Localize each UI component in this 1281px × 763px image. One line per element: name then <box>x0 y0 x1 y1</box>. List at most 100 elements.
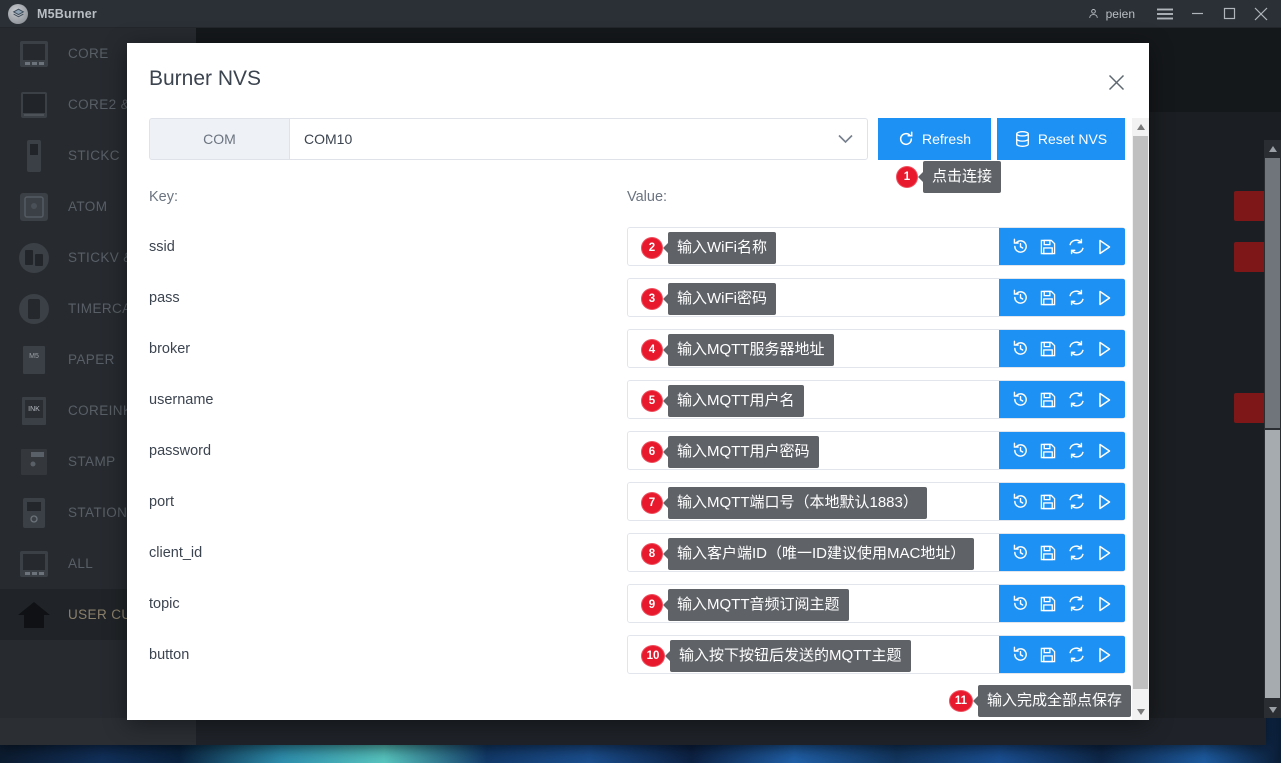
send-play-icon[interactable] <box>1091 642 1117 668</box>
sync-icon[interactable] <box>1063 591 1089 617</box>
row-action-buttons <box>999 585 1125 622</box>
nvs-value-input[interactable] <box>628 279 999 316</box>
sidebar-item-label: CORE <box>68 46 109 61</box>
user-account[interactable]: peien <box>1087 7 1149 21</box>
save-icon[interactable] <box>1035 540 1061 566</box>
history-restore-icon[interactable] <box>1007 489 1033 515</box>
nvs-key-label: password <box>149 442 212 459</box>
dialog-body: COM COM10 Refresh Reset NVS Key: Value: … <box>127 118 1149 720</box>
history-restore-icon[interactable] <box>1007 336 1033 362</box>
sidebar-item-label: ATOM <box>68 199 108 214</box>
reset-nvs-button[interactable]: Reset NVS <box>997 118 1125 160</box>
scrollbar-up-arrow-icon[interactable] <box>1264 140 1281 157</box>
scrollbar-thumb-lower[interactable] <box>1265 430 1280 698</box>
scrollbar-up-arrow-icon[interactable] <box>1132 118 1149 135</box>
history-restore-icon[interactable] <box>1007 540 1033 566</box>
history-restore-icon[interactable] <box>1007 387 1033 413</box>
send-play-icon[interactable] <box>1091 285 1117 311</box>
table-row: topic <box>149 578 1125 629</box>
history-restore-icon[interactable] <box>1007 285 1033 311</box>
refresh-icon <box>898 131 914 147</box>
sync-icon[interactable] <box>1063 234 1089 260</box>
nvs-key-label: broker <box>149 340 191 357</box>
sync-icon[interactable] <box>1063 285 1089 311</box>
chevron-down-icon <box>838 134 853 144</box>
title-bar-controls: peien <box>1087 0 1281 28</box>
sync-icon[interactable] <box>1063 642 1089 668</box>
nvs-value-input[interactable] <box>628 636 999 673</box>
m5-stack-logo-icon <box>8 3 28 24</box>
com-port-value: COM10 <box>304 131 353 147</box>
com-port-select[interactable]: COM10 <box>289 118 868 160</box>
table-row: ssid <box>149 221 1125 272</box>
sync-icon[interactable] <box>1063 336 1089 362</box>
scrollbar-down-arrow-icon[interactable] <box>1132 703 1149 720</box>
sync-icon[interactable] <box>1063 489 1089 515</box>
send-play-icon[interactable] <box>1091 489 1117 515</box>
save-icon[interactable] <box>1035 438 1061 464</box>
nvs-value-input[interactable] <box>628 585 999 622</box>
send-play-icon[interactable] <box>1091 336 1117 362</box>
sync-icon[interactable] <box>1063 540 1089 566</box>
save-icon[interactable] <box>1035 285 1061 311</box>
minimize-icon[interactable] <box>1181 0 1213 28</box>
send-play-icon[interactable] <box>1091 540 1117 566</box>
send-play-icon[interactable] <box>1091 591 1117 617</box>
nvs-value-input[interactable] <box>628 228 999 265</box>
sync-icon[interactable] <box>1063 387 1089 413</box>
table-row: port <box>149 476 1125 527</box>
scrollbar-thumb[interactable] <box>1133 136 1148 689</box>
row-action-buttons <box>999 534 1125 571</box>
save-icon[interactable] <box>1035 642 1061 668</box>
refresh-button-label: Refresh <box>921 131 972 147</box>
history-restore-icon[interactable] <box>1007 438 1033 464</box>
nvs-value-input[interactable] <box>628 330 999 367</box>
sidebar-item-label: PAPER <box>68 352 115 367</box>
hamburger-menu-icon[interactable] <box>1149 0 1181 28</box>
nvs-value-input[interactable] <box>628 483 999 520</box>
scrollbar-thumb[interactable] <box>1265 158 1280 428</box>
sidebar-item-label: USER CU <box>68 607 132 622</box>
history-restore-icon[interactable] <box>1007 591 1033 617</box>
nvs-key-label: button <box>149 646 190 663</box>
scrollbar-down-arrow-icon[interactable] <box>1264 701 1281 718</box>
sync-icon[interactable] <box>1063 438 1089 464</box>
save-icon[interactable] <box>1035 489 1061 515</box>
table-row: broker <box>149 323 1125 374</box>
stickc-device-icon <box>14 136 54 176</box>
nvs-value-input[interactable] <box>628 381 999 418</box>
content-scrollbar[interactable] <box>1264 140 1281 718</box>
nvs-key-label: topic <box>149 595 180 612</box>
save-icon[interactable] <box>1035 387 1061 413</box>
row-action-buttons <box>999 228 1125 265</box>
maximize-icon[interactable] <box>1213 0 1245 28</box>
sidebar-item-label: CORE2 & <box>68 97 131 112</box>
nvs-value-input[interactable] <box>628 432 999 469</box>
nvs-value-input[interactable] <box>628 534 999 571</box>
close-icon[interactable] <box>1245 0 1281 28</box>
sidebar-item-label: ALL <box>68 556 94 571</box>
table-row: button <box>149 629 1125 680</box>
close-icon[interactable] <box>1099 65 1133 99</box>
send-play-icon[interactable] <box>1091 387 1117 413</box>
sidebar-footer <box>0 718 196 745</box>
table-row: password <box>149 425 1125 476</box>
save-icon[interactable] <box>1035 234 1061 260</box>
send-play-icon[interactable] <box>1091 234 1117 260</box>
atom-device-icon <box>14 187 54 227</box>
save-icon[interactable] <box>1035 336 1061 362</box>
nvs-key-label: username <box>149 391 214 408</box>
station-device-icon <box>14 493 54 533</box>
all-devices-icon <box>14 544 54 584</box>
history-restore-icon[interactable] <box>1007 642 1033 668</box>
nvs-value-field-wrap <box>627 431 1125 470</box>
sidebar-item-label: STATION <box>68 505 128 520</box>
save-icon[interactable] <box>1035 591 1061 617</box>
nvs-value-field-wrap <box>627 584 1125 623</box>
nvs-value-field-wrap <box>627 482 1125 521</box>
refresh-button[interactable]: Refresh <box>878 118 991 160</box>
send-play-icon[interactable] <box>1091 438 1117 464</box>
history-restore-icon[interactable] <box>1007 234 1033 260</box>
row-action-buttons <box>999 279 1125 316</box>
dialog-scrollbar[interactable] <box>1132 118 1149 720</box>
